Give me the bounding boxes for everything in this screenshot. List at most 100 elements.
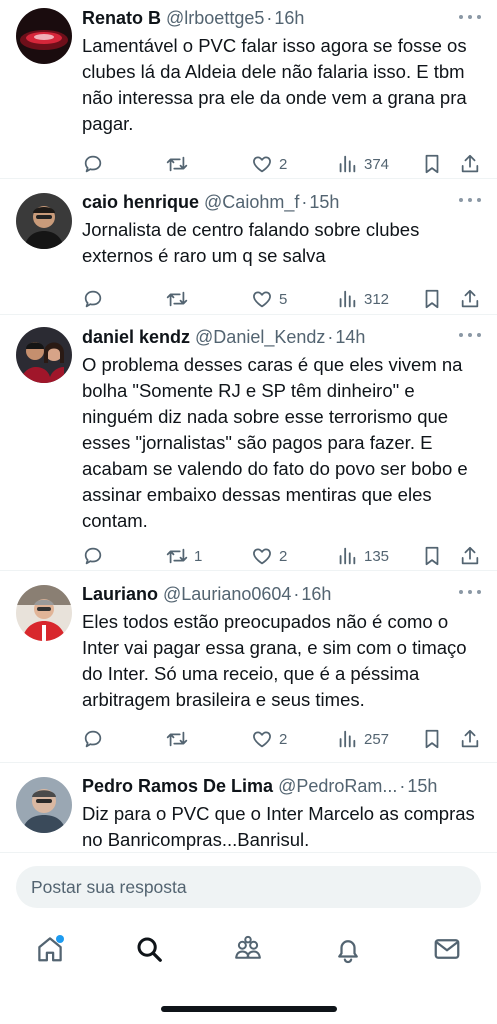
reply-input[interactable]: Postar sua resposta [16, 866, 481, 908]
heart-icon [253, 548, 271, 565]
share-button[interactable] [459, 728, 481, 750]
bookmark-button[interactable] [421, 728, 443, 750]
tweet[interactable]: caio henrique @Caiohm_f · 15h Jornalista… [0, 179, 497, 315]
bookmark-icon [425, 546, 439, 566]
tweet-text: Jornalista de centro falando sobre clube… [82, 219, 420, 266]
messages-icon [434, 939, 460, 959]
heart-icon [253, 731, 271, 748]
bookmark-button[interactable] [421, 288, 443, 310]
like-button[interactable]: 2 [251, 153, 287, 175]
bookmark-icon [425, 154, 439, 174]
avatar[interactable] [16, 8, 72, 64]
tweet[interactable]: daniel kendz @Daniel_Kendz · 14h O probl… [0, 315, 497, 571]
tweet[interactable]: Renato B @lrboettge5 · 16h Lamentável o … [0, 0, 497, 179]
separator: · [399, 776, 406, 796]
bookmark-icon [425, 289, 439, 309]
reply-button[interactable] [82, 153, 110, 175]
more-options-icon[interactable] [459, 10, 481, 24]
retweet-button[interactable] [166, 288, 194, 310]
share-icon [461, 729, 479, 748]
separator: · [301, 192, 308, 212]
author-name[interactable]: caio henrique [82, 190, 199, 214]
timestamp[interactable]: 14h [335, 325, 365, 349]
views-count: 257 [364, 730, 390, 748]
tweet-actions: 2 374 [0, 150, 497, 178]
reply-icon [84, 155, 102, 173]
views-button[interactable]: 312 [336, 288, 389, 310]
share-button[interactable] [459, 288, 481, 310]
more-options-icon[interactable] [459, 193, 481, 207]
views-icon [339, 730, 356, 748]
reply-icon [84, 547, 102, 565]
bottom-nav [0, 920, 497, 980]
home-indicator[interactable] [161, 1006, 337, 1012]
tweet-actions: 5 312 [0, 285, 497, 313]
author-name[interactable]: Lauriano [82, 582, 158, 606]
bookmark-button[interactable] [421, 545, 443, 567]
nav-home[interactable] [33, 932, 67, 966]
reply-icon [84, 290, 102, 308]
views-count: 312 [364, 290, 390, 308]
views-button[interactable]: 135 [336, 545, 389, 567]
views-icon [339, 290, 356, 308]
share-button[interactable] [459, 545, 481, 567]
author-name[interactable]: Renato B [82, 6, 161, 30]
tweet[interactable]: Pedro Ramos De Lima @PedroRam... · 15h D… [0, 763, 497, 852]
author-handle[interactable]: @PedroRam... [278, 774, 397, 798]
nav-search[interactable] [132, 932, 166, 966]
author-name[interactable]: Pedro Ramos De Lima [82, 774, 273, 798]
like-button[interactable]: 2 [251, 545, 287, 567]
retweet-button[interactable] [166, 728, 194, 750]
nav-notifications[interactable] [331, 932, 365, 966]
retweet-button[interactable] [166, 153, 194, 175]
like-count: 2 [279, 730, 288, 748]
author-handle[interactable]: @lrboettge5 [166, 6, 264, 30]
retweet-icon [166, 731, 188, 747]
author-handle[interactable]: @Lauriano0604 [163, 582, 291, 606]
avatar[interactable] [16, 777, 72, 833]
separator: · [266, 8, 273, 28]
tweet-text: Eles todos estão preocupados não é como … [82, 611, 467, 710]
avatar[interactable] [16, 193, 72, 249]
retweet-icon [166, 291, 188, 307]
views-button[interactable]: 257 [336, 728, 389, 750]
timestamp[interactable]: 15h [407, 774, 437, 798]
divider [0, 852, 497, 853]
share-icon [461, 546, 479, 565]
author-handle[interactable]: @Caiohm_f [204, 190, 299, 214]
views-count: 374 [364, 155, 390, 173]
separator: · [327, 327, 334, 347]
views-icon [339, 155, 356, 173]
share-icon [461, 154, 479, 173]
reply-button[interactable] [82, 728, 110, 750]
views-button[interactable]: 374 [336, 153, 389, 175]
tweet-text: O problema desses caras é que eles vivem… [82, 354, 468, 531]
timestamp[interactable]: 16h [274, 6, 304, 30]
like-button[interactable]: 5 [251, 288, 287, 310]
more-options-icon[interactable] [459, 328, 481, 342]
tweet-actions: 2 257 [0, 725, 497, 753]
views-icon [339, 547, 356, 565]
like-count: 2 [279, 155, 288, 173]
avatar[interactable] [16, 585, 72, 641]
heart-icon [253, 291, 271, 308]
retweet-button[interactable]: 1 [166, 545, 202, 567]
heart-icon [253, 156, 271, 173]
timestamp[interactable]: 16h [301, 582, 331, 606]
nav-communities[interactable] [231, 932, 265, 966]
search-icon [137, 937, 162, 962]
author-name[interactable]: daniel kendz [82, 325, 190, 349]
more-options-icon[interactable] [459, 585, 481, 599]
bookmark-button[interactable] [421, 153, 443, 175]
reply-button[interactable] [82, 288, 110, 310]
reply-button[interactable] [82, 545, 110, 567]
like-button[interactable]: 2 [251, 728, 287, 750]
timestamp[interactable]: 15h [309, 190, 339, 214]
share-button[interactable] [459, 153, 481, 175]
tweet[interactable]: Lauriano @Lauriano0604 · 16h Eles todos … [0, 571, 497, 763]
tweet-text: Lamentável o PVC falar isso agora se fos… [82, 35, 467, 134]
nav-messages[interactable] [430, 932, 464, 966]
retweet-count: 1 [194, 547, 203, 565]
author-handle[interactable]: @Daniel_Kendz [195, 325, 325, 349]
avatar[interactable] [16, 327, 72, 383]
